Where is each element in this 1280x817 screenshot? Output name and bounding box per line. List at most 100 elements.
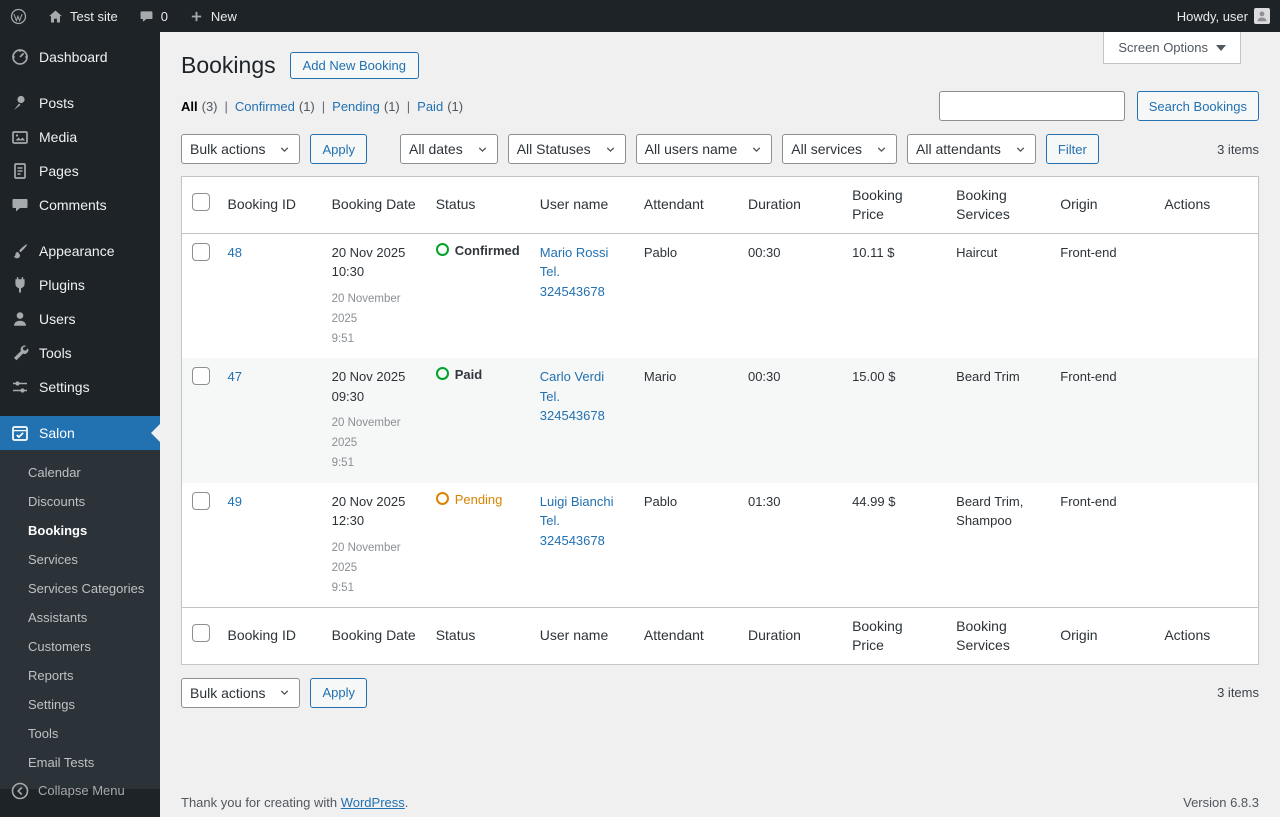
plug-icon xyxy=(10,275,30,295)
new-content-button[interactable]: New xyxy=(178,0,247,32)
column-header-booking-price: Booking Price xyxy=(842,606,947,665)
view-separator: | xyxy=(406,98,411,114)
submenu-item-bookings[interactable]: Bookings xyxy=(0,516,160,545)
view-separator: | xyxy=(224,98,228,114)
view-paid-link[interactable]: Paid (1) xyxy=(417,99,463,114)
brush-icon xyxy=(10,241,30,261)
services-filter-select[interactable]: All services xyxy=(782,134,898,164)
submenu-item-reports[interactable]: Reports xyxy=(0,661,160,690)
row-checkbox[interactable] xyxy=(192,491,210,510)
screen-options-button[interactable]: Screen Options xyxy=(1103,32,1241,64)
items-count: 3 items xyxy=(1217,141,1259,157)
sidebar-item-users[interactable]: Users xyxy=(0,302,160,336)
wordpress-logo-button[interactable] xyxy=(0,0,37,32)
filter-button[interactable]: Filter xyxy=(1045,134,1099,164)
site-name-link[interactable]: Test site xyxy=(37,0,128,32)
wrench-icon xyxy=(10,343,30,363)
column-header-booking-id: Booking ID xyxy=(217,176,322,234)
search-input[interactable] xyxy=(938,91,1125,121)
statuses-filter-select[interactable]: All Statuses xyxy=(507,134,626,164)
search-bookings-button[interactable]: Search Bookings xyxy=(1136,91,1259,121)
admin-menu: Dashboard Posts Media Pages Comments App… xyxy=(0,32,160,817)
sidebar-item-pages[interactable]: Pages xyxy=(0,154,160,188)
settings-sliders-icon xyxy=(10,377,30,397)
my-account-link[interactable]: Howdy, user xyxy=(1167,0,1280,32)
status-circle-icon xyxy=(435,367,449,381)
collapse-arrow-icon xyxy=(10,781,30,800)
chevron-down-icon xyxy=(281,146,289,152)
sidebar-item-settings[interactable]: Settings xyxy=(0,370,160,404)
chevron-down-icon xyxy=(877,146,886,152)
booking-price: 10.11 $ xyxy=(852,244,895,260)
sidebar-item-media[interactable]: Media xyxy=(0,120,160,154)
booking-services: Beard Trim xyxy=(956,369,1020,385)
dates-filter-select[interactable]: All dates xyxy=(400,134,498,164)
table-row: 47 20 Nov 2025 09:30 20 November 2025 9:… xyxy=(181,358,1259,483)
submenu-item-settings[interactable]: Settings xyxy=(0,690,160,719)
booking-price: 44.99 $ xyxy=(852,493,896,509)
select-all-checkbox[interactable] xyxy=(192,624,210,643)
origin-value: Front-end xyxy=(1060,244,1117,260)
submenu-item-assistants[interactable]: Assistants xyxy=(0,603,160,632)
column-header-user-name: User name xyxy=(529,176,634,234)
booking-id-link[interactable]: 48 xyxy=(228,245,242,260)
column-header-actions: Actions xyxy=(1154,606,1259,665)
home-icon xyxy=(47,8,64,25)
attendants-filter-select[interactable]: All attendants xyxy=(907,134,1036,164)
screen-options-label: Screen Options xyxy=(1118,40,1208,55)
attendant-name: Pablo xyxy=(643,244,678,260)
sidebar-item-appearance[interactable]: Appearance xyxy=(0,234,160,268)
menu-separator xyxy=(0,222,160,234)
view-pending-link[interactable]: Pending (1) xyxy=(332,99,400,114)
sidebar-item-label: Pages xyxy=(39,163,79,179)
wordpress-logo-icon xyxy=(10,8,27,25)
tablenav-top: Bulk actions Apply All dates All Statuse… xyxy=(181,134,1259,164)
column-header-status: Status xyxy=(425,606,530,665)
avatar xyxy=(1254,8,1270,24)
apply-button[interactable]: Apply xyxy=(310,677,368,708)
view-all-link[interactable]: All (3) xyxy=(181,99,218,114)
collapse-menu-button[interactable]: Collapse Menu xyxy=(0,773,160,807)
menu-separator xyxy=(0,404,160,416)
submenu-item-services[interactable]: Services xyxy=(0,545,160,574)
sidebar-item-salon[interactable]: Salon xyxy=(0,416,160,450)
chevron-down-icon xyxy=(281,690,289,696)
sidebar-item-label: Users xyxy=(39,311,76,327)
booking-id-link[interactable]: 49 xyxy=(228,494,242,509)
submenu-item-customers[interactable]: Customers xyxy=(0,632,160,661)
site-name-label: Test site xyxy=(70,8,118,24)
customer-link[interactable]: Luigi Bianchi Tel. 324543678 xyxy=(540,494,614,548)
actions-cell xyxy=(1154,233,1258,358)
submenu-item-tools[interactable]: Tools xyxy=(0,719,160,748)
add-new-booking-button[interactable]: Add New Booking xyxy=(289,52,419,79)
bookings-table: Booking ID Booking Date Status User name… xyxy=(181,176,1259,665)
row-checkbox[interactable] xyxy=(192,367,210,386)
row-checkbox[interactable] xyxy=(192,242,210,261)
select-all-checkbox[interactable] xyxy=(192,193,210,212)
bulk-actions-select[interactable]: Bulk actions xyxy=(181,134,301,164)
media-icon xyxy=(10,127,30,147)
sidebar-item-dashboard[interactable]: Dashboard xyxy=(0,40,160,74)
view-confirmed-link[interactable]: Confirmed (1) xyxy=(235,99,315,114)
submenu-item-discounts[interactable]: Discounts xyxy=(0,487,160,516)
admin-footer: Thank you for creating with WordPress. V… xyxy=(181,795,1259,810)
dashboard-icon xyxy=(10,47,30,67)
users-filter-select[interactable]: All users name xyxy=(635,134,773,164)
apply-button[interactable]: Apply xyxy=(310,134,368,164)
user-icon xyxy=(10,309,30,329)
salon-calendar-check-icon xyxy=(10,423,30,443)
submenu-item-services-categories[interactable]: Services Categories xyxy=(0,574,160,603)
comments-count-link[interactable]: 0 xyxy=(128,0,178,32)
status-label: Confirmed xyxy=(454,242,520,258)
customer-link[interactable]: Carlo Verdi Tel. 324543678 xyxy=(540,369,605,423)
customer-link[interactable]: Mario Rossi Tel. 324543678 xyxy=(540,245,609,299)
bulk-actions-select[interactable]: Bulk actions xyxy=(181,677,301,708)
wordpress-link[interactable]: WordPress xyxy=(341,795,405,810)
sidebar-item-plugins[interactable]: Plugins xyxy=(0,268,160,302)
sidebar-item-posts[interactable]: Posts xyxy=(0,86,160,120)
booking-id-link[interactable]: 47 xyxy=(228,369,242,384)
sidebar-item-comments[interactable]: Comments xyxy=(0,188,160,222)
submenu-item-calendar[interactable]: Calendar xyxy=(0,458,160,487)
actions-cell xyxy=(1154,483,1258,608)
sidebar-item-tools[interactable]: Tools xyxy=(0,336,160,370)
